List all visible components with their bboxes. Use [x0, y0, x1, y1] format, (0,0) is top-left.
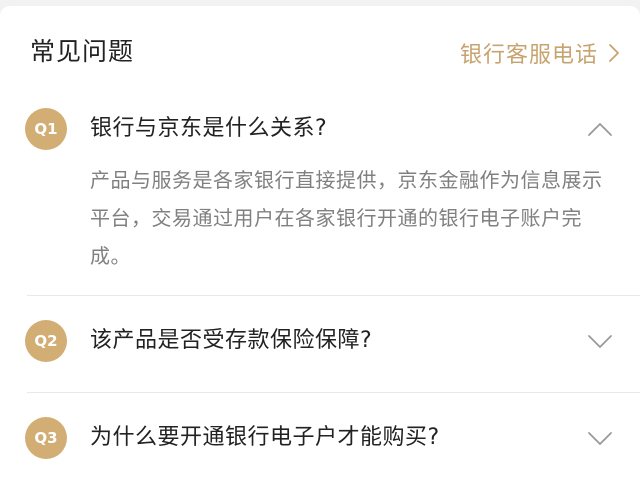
bank-hotline-link[interactable]: 银行客服电话: [460, 36, 620, 70]
faq-answer-q1: 产品与服务是各家银行直接提供，京东金融作为信息展示平台，交易通过用户在各家银行开…: [90, 168, 603, 268]
faq-divider-1: [27, 295, 640, 296]
chevron-up-icon[interactable]: [587, 118, 613, 140]
chevron-down-icon[interactable]: [587, 427, 613, 449]
faq-card: 常见问题 银行客服电话 Q1 银行与京东是什么关系? 产品与服务是各家银行直接提…: [0, 6, 640, 489]
chevron-right-icon: [609, 44, 619, 62]
faq-question-q2: 该产品是否受存款保险保障?: [90, 328, 373, 353]
faq-badge-q2: Q2: [25, 320, 67, 362]
faq-question-row-q1[interactable]: Q1 银行与京东是什么关系?: [0, 102, 640, 156]
faq-badge-q3: Q3: [25, 417, 67, 459]
faq-question-q3: 为什么要开通银行电子户才能购买?: [90, 425, 440, 450]
faq-title: 常见问题: [30, 37, 135, 66]
faq-divider-2: [27, 392, 640, 393]
faq-badge-q1: Q1: [25, 108, 67, 150]
faq-question-row-q3[interactable]: Q3 为什么要开通银行电子户才能购买?: [0, 411, 640, 465]
faq-question-q1: 银行与京东是什么关系?: [90, 116, 328, 141]
bank-hotline-label: 银行客服电话: [459, 43, 598, 68]
faq-question-row-q2[interactable]: Q2 该产品是否受存款保险保障?: [0, 314, 640, 368]
chevron-down-icon[interactable]: [587, 330, 613, 352]
faq-header: 常见问题 银行客服电话: [0, 6, 640, 98]
